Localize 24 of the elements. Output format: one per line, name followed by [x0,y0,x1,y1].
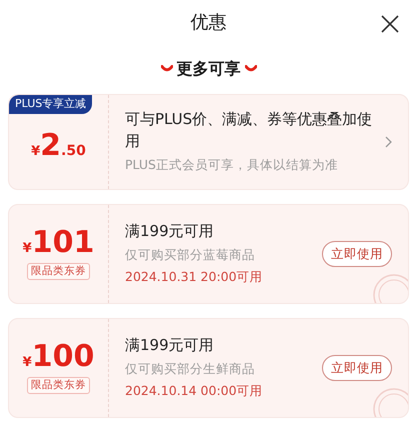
coupon-condition: 满199元可用 [125,335,215,356]
coupon-scope: 仅可购买部分蓝莓商品 [125,246,256,264]
chevron-icon [244,65,256,73]
price-text: ¥2.50 [31,131,86,161]
offer-description: 可与PLUS价、满减、券等优惠叠加使用 [125,109,374,152]
price-text: ¥100 [22,342,94,372]
use-now-button[interactable]: 立即使用 [322,354,392,382]
section-title: 更多可享 [176,58,240,80]
coupon-type-label: 限品类东券 [27,262,90,280]
offer-card[interactable]: PLUS专享立减 ¥2.50 可与PLUS价、满减、券等优惠叠加使用 PLUS正式会员可享，具体以结算为准 [8,94,409,190]
coupon-condition: 满199元可用 [125,221,215,242]
chevron-right-icon[interactable] [385,136,392,148]
offer-note: PLUS正式会员可享，具体以结算为准 [125,156,339,174]
coupon-start-time: 2024.10.31 20:00可用 [125,268,264,286]
use-now-button[interactable]: 立即使用 [322,240,392,268]
coupon-scope: 仅可购买部分生鲜商品 [125,360,256,378]
coupon-type-label: 限品类东券 [27,376,90,394]
tag-badge: PLUS专享立减 [9,95,92,114]
offer-card[interactable]: ¥101 限品类东券 满199元可用 仅可购买部分蓝莓商品 2024.10.31 20:00可用 立即使用 [8,204,409,304]
price-text: ¥101 [22,228,94,258]
coupon-start-time: 2024.10.14 00:00可用 [125,382,264,400]
page-title: 优惠 [190,10,226,34]
chevron-icon [160,65,172,73]
offer-card[interactable]: ¥100 限品类东券 满199元可用 仅可购买部分生鲜商品 2024.10.14 00:00可用 立即使用 [8,318,409,418]
